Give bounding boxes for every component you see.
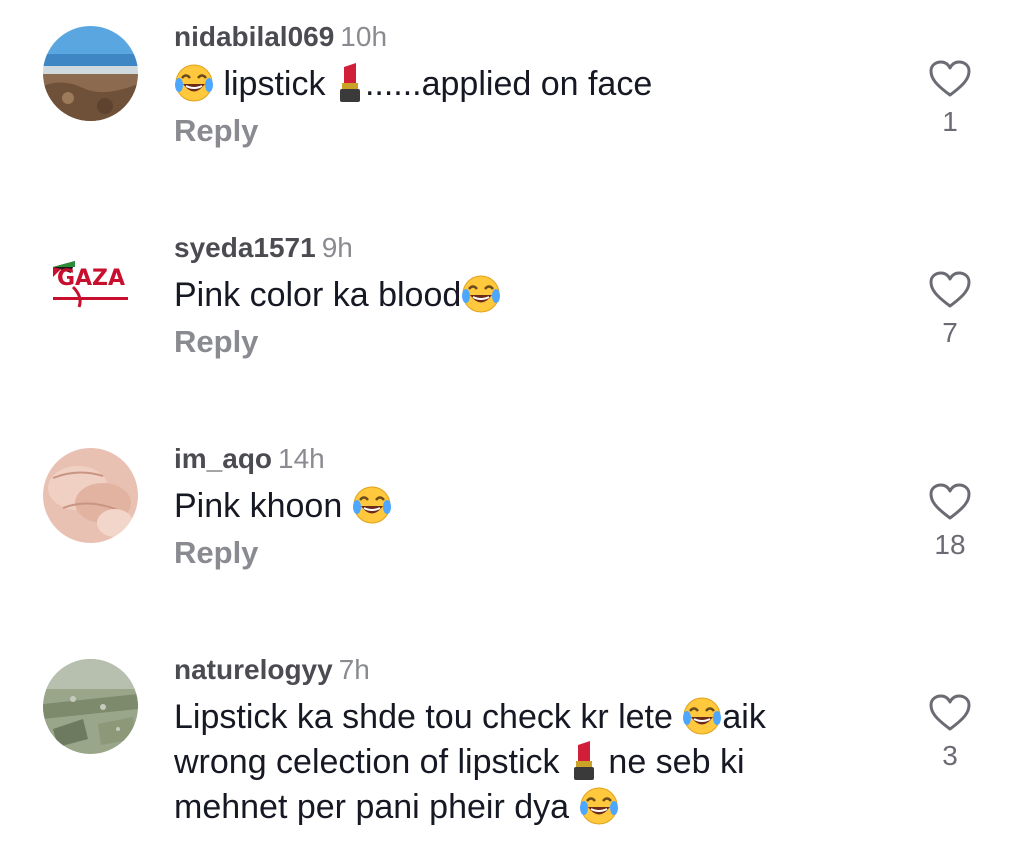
face-with-tears-of-joy-icon — [174, 63, 214, 103]
like-button[interactable]: 7 — [920, 271, 980, 349]
reply-button[interactable]: Reply — [174, 533, 884, 573]
comment-time: 14h — [278, 443, 325, 474]
like-count: 1 — [942, 106, 958, 137]
face-with-tears-of-joy-icon — [352, 485, 392, 525]
avatar[interactable] — [43, 448, 138, 543]
reply-button[interactable]: Reply — [174, 111, 884, 151]
face-with-tears-of-joy-icon — [461, 274, 501, 314]
heart-outline-icon[interactable] — [929, 483, 971, 521]
like-button[interactable]: 18 — [920, 483, 980, 561]
comment-time: 7h — [338, 654, 370, 685]
like-button[interactable]: 1 — [920, 60, 980, 138]
like-count: 3 — [942, 740, 958, 771]
comment-list: nidabilal069 10h lipstick ......applied o… — [0, 0, 1024, 856]
lipstick-icon — [569, 741, 599, 781]
like-count: 18 — [934, 529, 966, 560]
like-button[interactable]: 3 — [920, 694, 980, 772]
avatar-logo-text: GAZA — [57, 266, 125, 291]
comment-time: 9h — [321, 232, 353, 263]
avatar[interactable] — [43, 659, 138, 754]
heart-outline-icon[interactable] — [929, 694, 971, 732]
avatar[interactable]: GAZA — [43, 237, 138, 332]
reply-button[interactable]: Reply — [174, 322, 884, 362]
comment-text: Lipstick ka shde tou check kr lete aik w… — [174, 696, 766, 826]
avatar[interactable] — [43, 26, 138, 121]
username[interactable]: syeda1571 — [174, 232, 316, 263]
comment-text: Pink khoon — [174, 484, 884, 529]
comment-text: lipstick ......applied on face — [174, 62, 884, 107]
heart-outline-icon[interactable] — [929, 271, 971, 309]
username[interactable]: nidabilal069 — [174, 21, 334, 52]
like-count: 7 — [942, 317, 958, 348]
lipstick-icon — [335, 63, 365, 103]
comment-text: Pink color ka blood — [174, 273, 884, 318]
username[interactable]: naturelogyy — [174, 654, 333, 685]
face-with-tears-of-joy-icon — [579, 786, 619, 826]
comment-time: 10h — [340, 21, 388, 52]
heart-outline-icon[interactable] — [929, 60, 971, 98]
face-with-tears-of-joy-icon — [682, 696, 722, 736]
username[interactable]: im_aqo — [174, 443, 272, 474]
